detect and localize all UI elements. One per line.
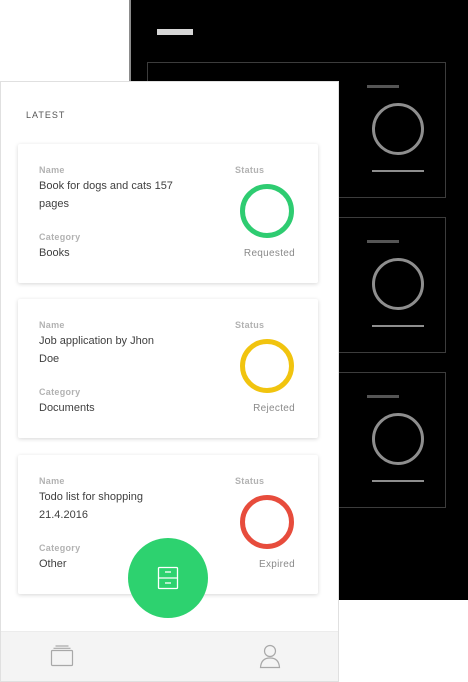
status-ring <box>240 184 294 238</box>
archive-button[interactable] <box>128 538 208 618</box>
status-text: Expired <box>258 559 295 570</box>
bottom-nav <box>1 631 338 681</box>
status-ring <box>240 339 294 393</box>
item-card[interactable]: Name Job application by Jhon Doe Categor… <box>18 299 318 438</box>
status-ring <box>240 495 294 549</box>
stack-icon[interactable] <box>50 645 74 667</box>
status-label: Status <box>235 165 265 175</box>
item-name: Book for dogs and cats 157 pages <box>39 180 173 210</box>
item-card[interactable]: Name Book for dogs and cats 157 pages Ca… <box>18 144 318 283</box>
item-name: Todo list for shopping 21.4.2016 <box>39 491 143 521</box>
status-text: Rejected <box>253 403 295 414</box>
item-category: Books <box>39 247 70 259</box>
item-category: Documents <box>39 402 95 414</box>
name-label: Name <box>39 476 65 486</box>
category-label: Category <box>39 232 81 242</box>
user-icon[interactable] <box>258 643 282 669</box>
category-label: Category <box>39 543 81 553</box>
section-title: LATEST <box>26 110 66 120</box>
item-name: Job application by Jhon Doe <box>39 335 154 365</box>
name-label: Name <box>39 320 65 330</box>
item-category: Other <box>39 558 67 570</box>
status-text: Requested <box>243 248 295 259</box>
name-label: Name <box>39 165 65 175</box>
wireframe-menu-dash <box>157 29 193 35</box>
category-label: Category <box>39 387 81 397</box>
status-label: Status <box>235 320 265 330</box>
status-label: Status <box>235 476 265 486</box>
